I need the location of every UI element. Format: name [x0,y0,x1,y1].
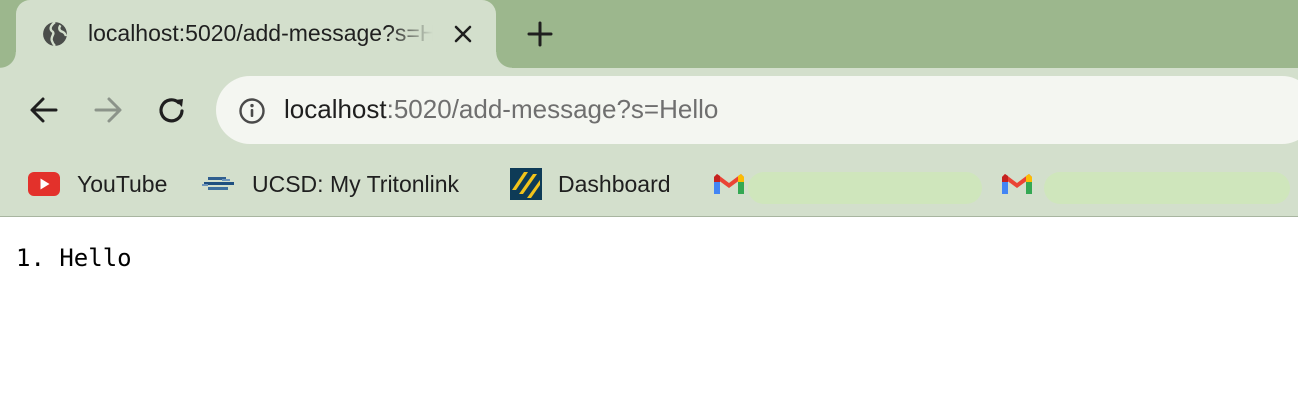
page-content: 1. Hello [0,218,1298,410]
bookmark-youtube[interactable]: YouTube [28,168,173,200]
tab-strip: localhost:5020/add-message?s=Hello [0,0,1298,68]
tritonlink-icon [202,177,234,190]
tab-title: localhost:5020/add-message?s=Hello [88,20,438,46]
new-tab-icon[interactable] [524,18,556,50]
message-line: 1. Hello [16,244,132,272]
youtube-icon [28,172,60,196]
bookmark-label: UCSD: My Tritonlink [252,171,460,197]
redacted-bookmark-label [1044,172,1290,204]
bookmarks-bar: YouTube UCSD: My Tritonlink Dashboard [0,152,1298,217]
close-icon[interactable] [451,22,475,46]
browser-toolbar: localhost:5020/add-message?s=Hello [0,68,1298,152]
address-bar[interactable]: localhost:5020/add-message?s=Hello [216,76,1298,144]
info-icon[interactable] [238,97,266,125]
bookmark-tritonlink[interactable]: UCSD: My Tritonlink [202,168,482,200]
url-path: :5020/add-message?s=Hello [386,94,719,124]
redacted-bookmark-label [748,172,982,204]
globe-icon [43,21,68,47]
bookmark-dashboard[interactable]: Dashboard [510,168,685,200]
gmail-icon [1002,174,1032,194]
bookmark-label: Dashboard [558,171,671,197]
url-text[interactable]: localhost:5020/add-message?s=Hello [284,94,718,125]
back-arrow-icon[interactable] [24,90,64,130]
url-host: localhost [284,94,387,124]
browser-tab[interactable]: localhost:5020/add-message?s=Hello [0,0,512,68]
gmail-icon [714,174,744,194]
reload-icon[interactable] [152,90,192,130]
forward-arrow-icon[interactable] [88,90,128,130]
bookmark-label: YouTube [77,171,168,197]
dashboard-icon [510,168,542,200]
